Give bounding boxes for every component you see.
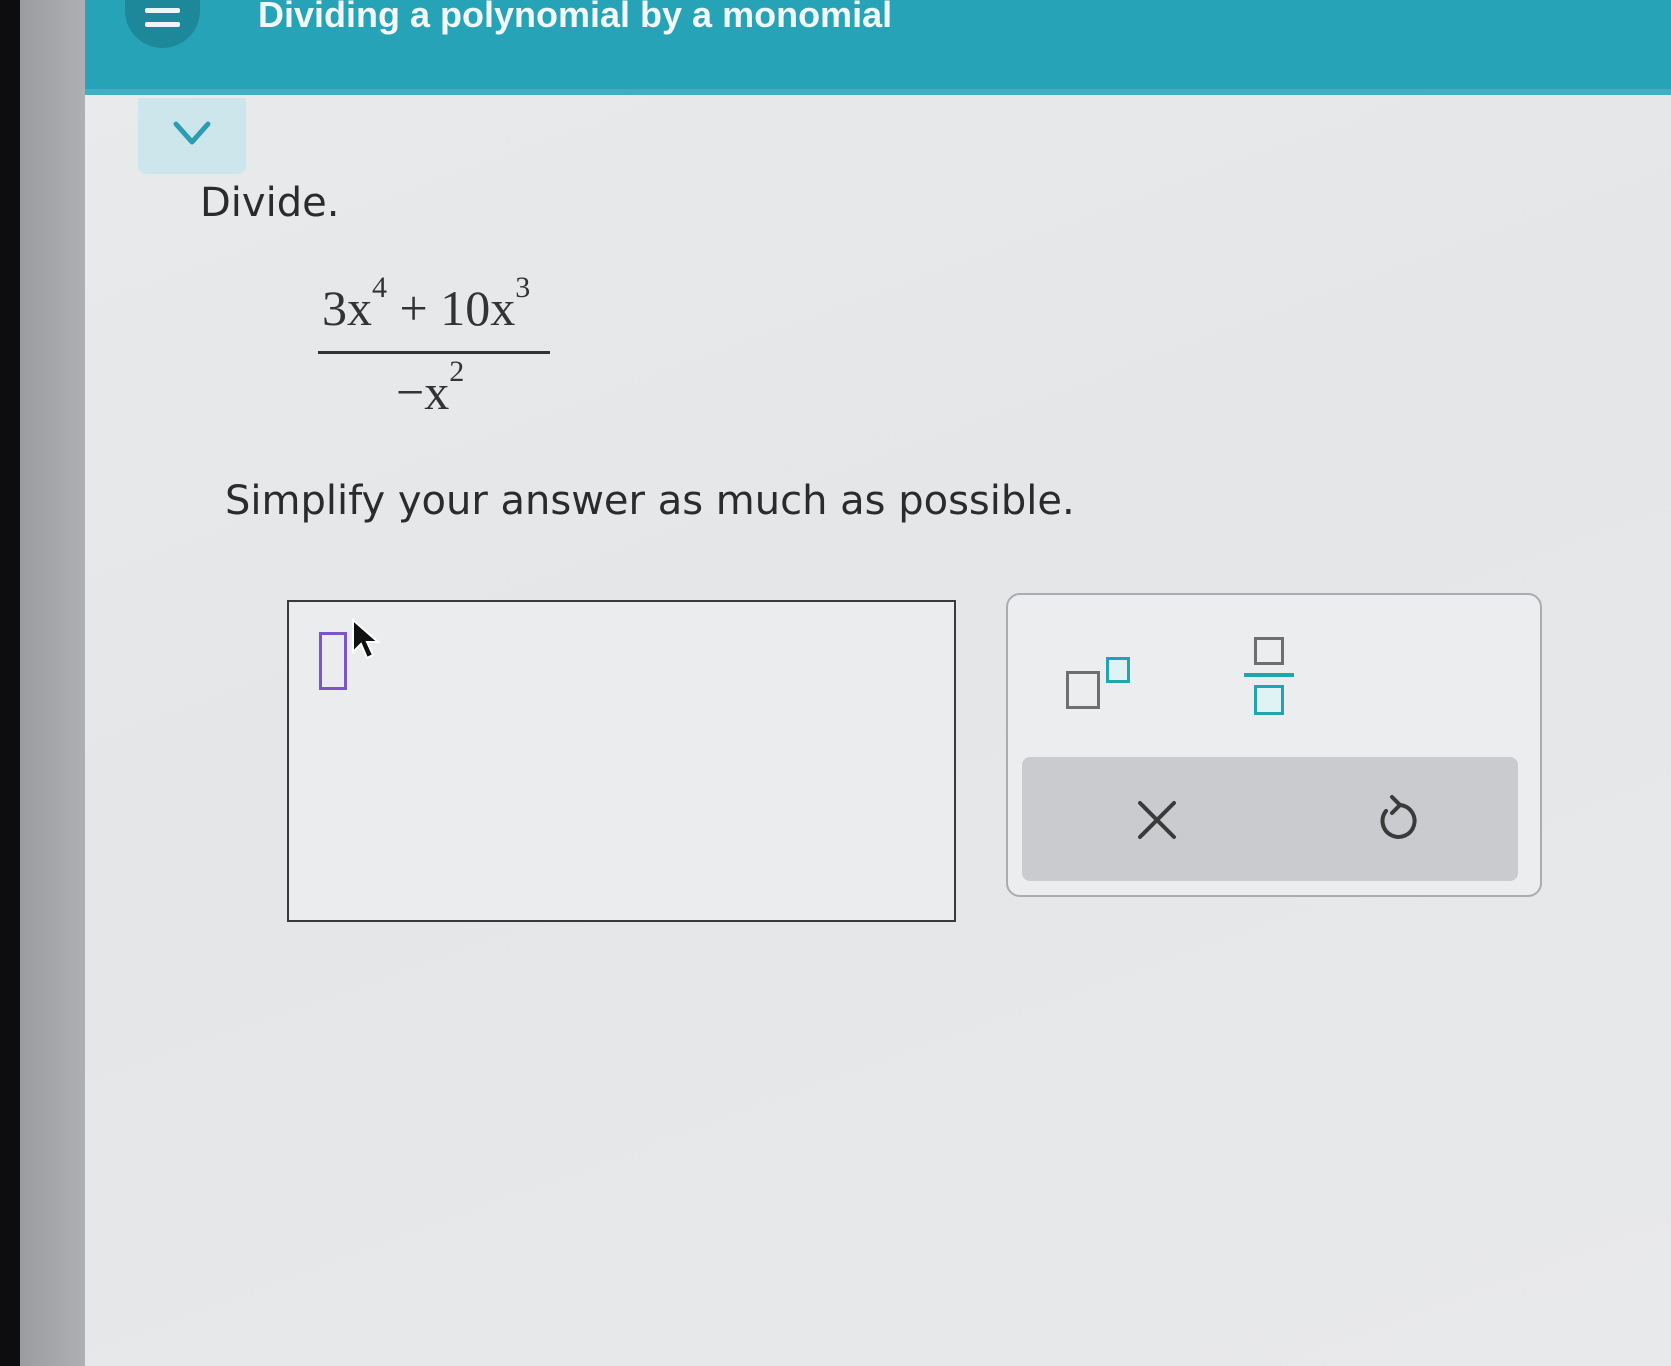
math-keypad [1006,593,1542,897]
numerator-operator: + [387,280,441,336]
denominator-exponent: 2 [449,355,465,389]
answer-input[interactable] [287,600,956,922]
numerator-term1-exponent: 4 [372,271,387,305]
fraction-denominator-icon [1254,685,1284,715]
exponent-button[interactable] [1060,647,1135,717]
denominator-base: −x [396,364,450,420]
fraction-button[interactable] [1240,637,1300,727]
action-bar [1022,757,1518,881]
instruction-text: Simplify your answer as much as possible… [225,478,1075,524]
close-icon [1138,801,1176,839]
undo-button[interactable] [1362,785,1432,855]
menu-icon [145,8,180,13]
exponent-power-icon [1106,657,1130,683]
numerator: 3x4 + 10x3 [322,271,530,337]
numerator-term2: 10x [440,280,516,336]
menu-icon-bar [145,22,180,27]
fraction-bar [318,351,550,354]
undo-icon [1380,795,1417,839]
question-prompt: Divide. [200,180,340,226]
denominator: −x2 [396,355,464,421]
exponent-base-icon [1066,671,1100,709]
input-cursor-placeholder[interactable] [319,632,347,690]
chevron-down-icon [173,121,211,145]
collapse-button[interactable] [138,98,246,174]
numerator-term2-exponent: 3 [515,271,531,305]
mouse-pointer-icon [352,618,381,660]
clear-button[interactable] [1122,785,1192,855]
fraction-numerator-icon [1254,637,1284,665]
numerator-term1: 3x [322,280,372,336]
fraction-bar-icon [1244,673,1294,677]
topic-title: Dividing a polynomial by a monomial [258,0,893,35]
division-expression: 3x4 + 10x3 −x2 [318,265,550,435]
